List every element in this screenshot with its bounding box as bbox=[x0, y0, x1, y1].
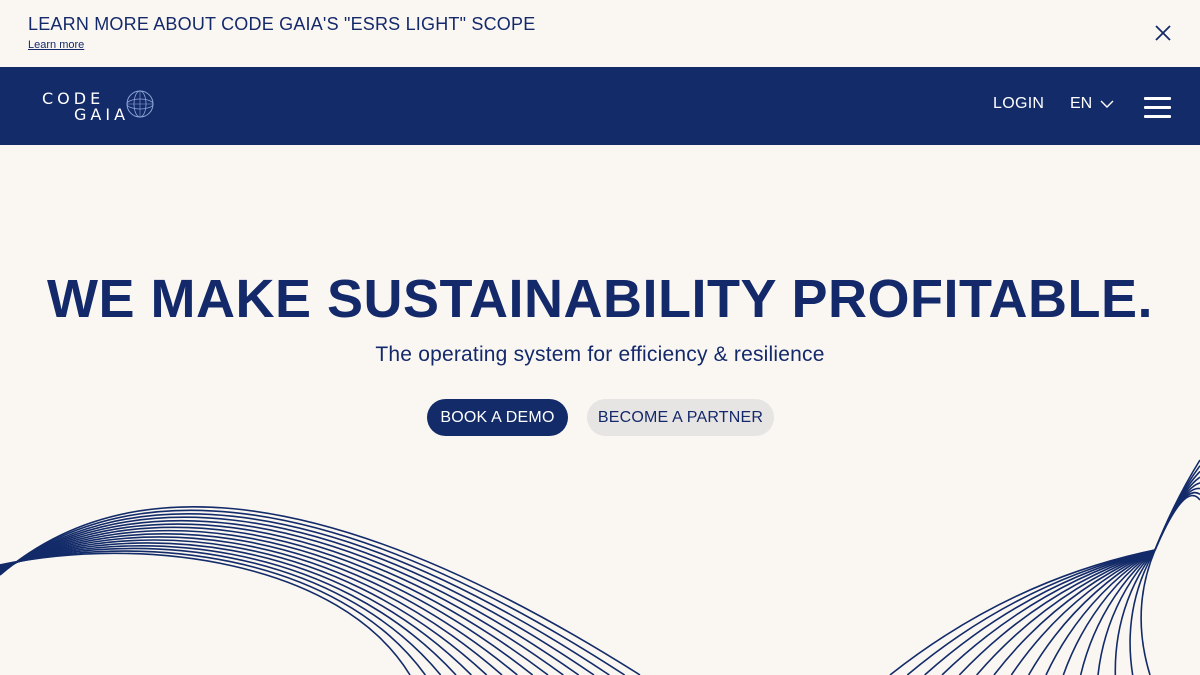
code-gaia-logo[interactable]: CODE GAIA bbox=[40, 87, 160, 127]
globe-icon bbox=[126, 90, 154, 118]
top-navbar: CODE GAIA LOGIN EN bbox=[0, 67, 1200, 145]
decorative-wave-lines bbox=[0, 459, 1200, 675]
announcement-banner: LEARN MORE ABOUT CODE GAIA'S "ESRS LIGHT… bbox=[0, 0, 1200, 67]
right-wave-group bbox=[889, 459, 1200, 675]
login-link[interactable]: LOGIN bbox=[993, 95, 1044, 113]
banner-learn-more-link[interactable]: Learn more bbox=[28, 39, 84, 51]
language-label: EN bbox=[1070, 95, 1093, 112]
become-a-partner-button[interactable]: BECOME A PARTNER bbox=[587, 399, 774, 436]
chevron-down-icon bbox=[1100, 100, 1114, 108]
banner-title: LEARN MORE ABOUT CODE GAIA'S "ESRS LIGHT… bbox=[28, 14, 536, 34]
hero-subtitle: The operating system for efficiency & re… bbox=[375, 343, 825, 366]
hamburger-menu-icon[interactable] bbox=[1144, 97, 1171, 119]
book-a-demo-button[interactable]: BOOK A DEMO bbox=[427, 399, 568, 436]
hero-headline: WE MAKE SUSTAINABILITY PROFITABLE. bbox=[47, 269, 1153, 329]
wave-line bbox=[1154, 476, 1200, 551]
language-selector[interactable]: EN bbox=[1070, 95, 1114, 113]
left-wave-group bbox=[0, 505, 641, 675]
logo-text-gaia: GAIA bbox=[74, 105, 130, 124]
close-icon[interactable] bbox=[1152, 22, 1174, 44]
wave-line bbox=[0, 550, 426, 675]
wave-line bbox=[1154, 487, 1200, 551]
